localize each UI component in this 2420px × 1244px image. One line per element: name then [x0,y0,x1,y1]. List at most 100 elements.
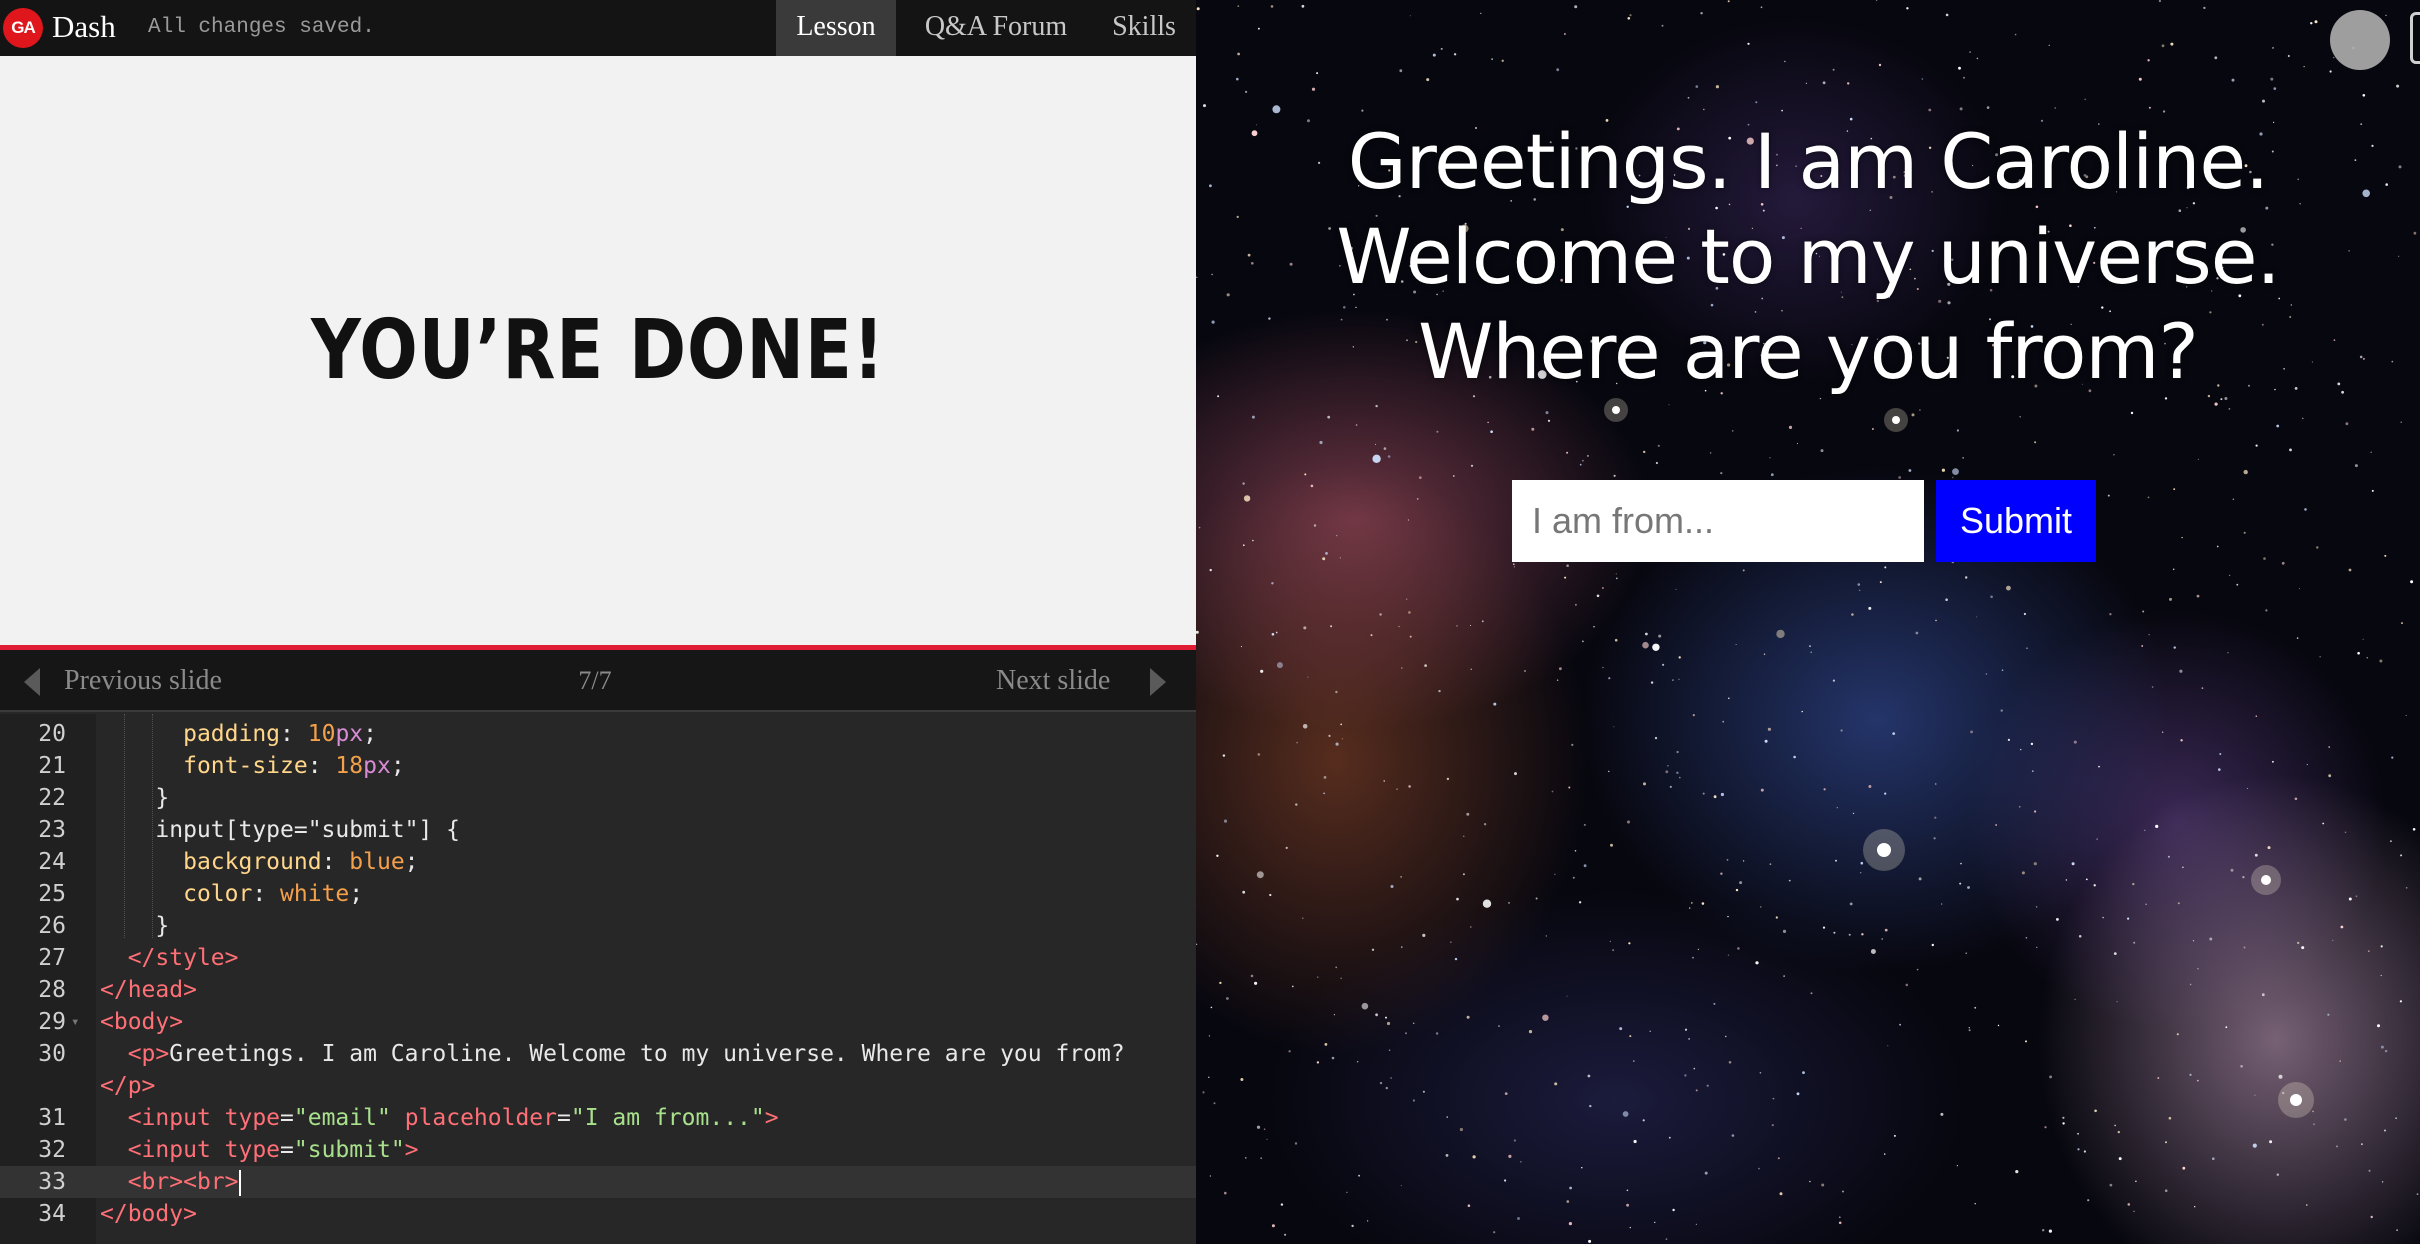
code-token: type [224,1105,281,1131]
code-token: } [100,913,170,939]
star [1559,667,1562,671]
star [1424,664,1427,667]
star [1452,475,1455,477]
previous-slide-button[interactable]: Previous slide [64,664,222,698]
chevron-right-icon[interactable] [1150,668,1166,696]
from-input[interactable] [1512,480,1924,562]
star [1965,952,1967,954]
star [2021,871,2025,875]
star [1401,946,1403,948]
star [1480,12,1482,14]
star [1366,1220,1369,1222]
star [1256,871,1264,879]
tab-qa-forum[interactable]: Q&A Forum [902,0,1090,56]
star [1788,425,1793,429]
code-line[interactable]: 27 </style> [0,942,1196,974]
star [2161,44,2165,48]
star [1275,631,1278,634]
star [1801,710,1803,713]
star [1400,1185,1402,1187]
code-line[interactable]: 21 font-size: 18px; [0,750,1196,782]
star [1574,5,1578,9]
submit-button[interactable]: Submit [1936,480,2096,562]
star [1695,1089,1698,1092]
star [1388,1049,1391,1051]
code-line[interactable]: 30 <p>Greetings. I am Caroline. Welcome … [0,1038,1196,1070]
code-line[interactable]: 34 </body> [0,1198,1196,1230]
next-slide-button[interactable]: Next slide [996,664,1110,698]
star [2396,84,2400,88]
code-line[interactable]: 20 padding: 10px; [0,718,1196,750]
code-line[interactable]: 28 </head> [0,974,1196,1006]
lesson-slide: YOU’RE DONE! [0,56,1196,650]
star [2296,637,2299,639]
star [1481,620,1484,623]
code-token: ; [390,753,405,779]
star [1409,635,1412,638]
code-line[interactable]: 26 } [0,910,1196,942]
star [2048,1229,2052,1233]
star [1859,589,1861,592]
code-line[interactable]: 33 <br><br> [0,1166,1196,1198]
star [1198,526,1201,529]
star [2380,974,2382,977]
line-number: 28 [38,977,66,1003]
star [1587,455,1589,457]
star [1772,1097,1775,1100]
star [2380,1045,2384,1049]
star [1959,882,1962,885]
star [2077,1132,2079,1135]
code-line[interactable]: 25 color: white; [0,878,1196,910]
code-line[interactable]: 23 input[type="submit"] { [0,814,1196,846]
star [1884,928,1888,932]
star [1727,954,1729,956]
code-editor[interactable]: 20 padding: 10px; 21 font-size: 18px; 22 }… [0,714,1196,1244]
code-line[interactable]: 32 <input type="submit"> [0,1134,1196,1166]
code-text: } [100,910,169,942]
star [2252,1143,2257,1148]
star [1323,792,1325,795]
star [2240,1065,2243,1068]
star [1582,459,1584,462]
code-text: input[type="submit"] { [100,814,460,846]
star [1406,598,1408,600]
mobile-phone-icon[interactable] [2410,12,2420,64]
star [2025,937,2028,939]
star [1336,535,1338,537]
star [1654,1221,1656,1224]
tab-skills[interactable]: Skills [1098,0,1190,56]
code-line[interactable]: </p> [0,1070,1196,1102]
code-line[interactable]: 24 background: blue; [0,846,1196,878]
preview-device-controls [2260,0,2420,72]
star [1658,634,1662,638]
star [2209,937,2213,941]
star [1243,544,1245,546]
star [1622,1111,1629,1117]
star [2034,810,2037,813]
star [1649,1030,1651,1033]
fold-toggle-icon[interactable]: ▾ [71,1006,79,1038]
star [2261,993,2265,997]
star [1675,588,1677,590]
star [2138,77,2142,81]
star [2006,585,2011,591]
code-line[interactable]: 31 <input type="email" placeholder="I am… [0,1102,1196,1134]
avatar[interactable] [2330,10,2390,70]
star [1292,985,1294,988]
code-line[interactable]: 29 ▾ <body> [0,1006,1196,1038]
star [1931,943,1934,947]
star [2400,854,2403,857]
star [1915,631,1919,635]
chevron-left-icon[interactable] [24,668,40,696]
star [1547,419,1551,422]
ga-logo[interactable]: GA [3,8,43,48]
star [1226,997,1229,1000]
code-line[interactable]: 22 } [0,782,1196,814]
star [1691,902,1693,904]
tab-lesson[interactable]: Lesson [776,0,896,56]
star [1921,78,1923,80]
star [2035,906,2038,908]
star [1906,7,1909,10]
star [1371,948,1375,951]
